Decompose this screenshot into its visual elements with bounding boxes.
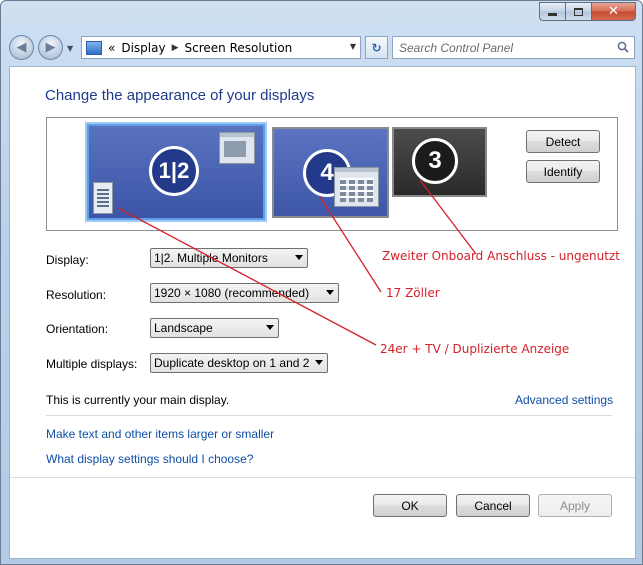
- maximize-button[interactable]: [566, 2, 592, 21]
- address-bar[interactable]: « Display ▶ Screen Resolution ▼: [81, 36, 361, 59]
- caption-buttons: ✕: [539, 2, 636, 21]
- display-select-value: 1|2. Multiple Monitors: [154, 251, 268, 265]
- orientation-select[interactable]: Landscape: [150, 318, 279, 338]
- breadcrumb-display[interactable]: Display: [121, 41, 165, 55]
- chevron-down-icon: [295, 255, 303, 260]
- identify-button[interactable]: Identify: [526, 160, 600, 183]
- desktop-window-thumbnail: [219, 132, 255, 164]
- multiple-displays-label: Multiple displays:: [46, 357, 138, 371]
- advanced-settings-link[interactable]: Advanced settings: [515, 393, 613, 407]
- apply-button[interactable]: Apply: [538, 494, 612, 517]
- cancel-button[interactable]: Cancel: [456, 494, 530, 517]
- chevron-down-icon: [266, 325, 274, 330]
- monitor-3[interactable]: 3: [392, 127, 487, 197]
- page-title: Change the appearance of your displays: [45, 87, 315, 104]
- display-settings-help-link[interactable]: What display settings should I choose?: [46, 452, 253, 466]
- annotation-onboard-unused: Zweiter Onboard Anschluss - ungenutzt: [382, 249, 620, 263]
- address-overflow-chevron[interactable]: «: [108, 41, 115, 55]
- forward-button[interactable]: ▶: [38, 35, 63, 60]
- title-bar: ✕: [1, 1, 642, 31]
- main-display-status: This is currently your main display.: [46, 393, 230, 407]
- detect-button[interactable]: Detect: [526, 130, 600, 153]
- forward-arrow-icon: ▶: [45, 40, 56, 55]
- annotation-24-tv-duplicate: 24er + TV / Duplizierte Anzeige: [380, 342, 570, 356]
- orientation-select-value: Landscape: [154, 321, 213, 335]
- taskbar-thumbnail: [93, 182, 113, 214]
- back-arrow-icon: ◀: [16, 40, 27, 55]
- control-panel-icon: [86, 40, 102, 55]
- monitor-number-badge: 1|2: [149, 146, 199, 196]
- annotation-17-inch: 17 Zöller: [386, 286, 440, 300]
- footer-divider: [10, 477, 635, 478]
- refresh-icon: ↻: [371, 40, 382, 55]
- maximize-icon: [574, 7, 583, 16]
- orientation-label: Orientation:: [46, 322, 109, 336]
- search-input[interactable]: [393, 37, 603, 58]
- monitor-1-2[interactable]: 1|2: [87, 124, 265, 220]
- ok-button[interactable]: OK: [373, 494, 447, 517]
- content-pane: Change the appearance of your displays 1…: [9, 66, 636, 559]
- window-frame: ✕ ◀ ▶ ▼ « Display ▶ Screen Resolution ▼ …: [0, 0, 643, 565]
- resolution-select[interactable]: 1920 × 1080 (recommended): [150, 283, 339, 303]
- chevron-down-icon: [326, 290, 334, 295]
- display-label: Display:: [46, 253, 89, 267]
- navigation-bar: ◀ ▶ ▼ « Display ▶ Screen Resolution ▼ ↻: [7, 32, 636, 62]
- close-button[interactable]: ✕: [592, 2, 636, 21]
- multiple-displays-select[interactable]: Duplicate desktop on 1 and 2: [150, 353, 328, 373]
- breadcrumb-screen-resolution[interactable]: Screen Resolution: [185, 41, 293, 55]
- multiple-displays-select-value: Duplicate desktop on 1 and 2: [154, 356, 310, 370]
- address-dropdown-icon[interactable]: ▼: [350, 42, 356, 51]
- resolution-select-value: 1920 × 1080 (recommended): [154, 286, 310, 300]
- text-size-link[interactable]: Make text and other items larger or smal…: [46, 427, 274, 441]
- monitor-arrangement-preview: 1|2 4 3 Detect Identify: [46, 117, 618, 231]
- minimize-button[interactable]: [539, 2, 566, 21]
- display-select[interactable]: 1|2. Multiple Monitors: [150, 248, 308, 268]
- monitor-4[interactable]: 4: [272, 127, 389, 218]
- close-icon: ✕: [608, 4, 619, 19]
- refresh-button[interactable]: ↻: [365, 36, 388, 59]
- divider: [46, 415, 612, 416]
- breadcrumb-separator-icon[interactable]: ▶: [172, 43, 179, 53]
- resolution-label: Resolution:: [46, 288, 107, 302]
- search-box: [392, 36, 635, 59]
- back-button[interactable]: ◀: [9, 35, 34, 60]
- calculator-window-thumbnail: [334, 167, 379, 207]
- monitor-number-badge: 3: [412, 138, 458, 184]
- search-icon[interactable]: [617, 41, 629, 53]
- chevron-down-icon: [315, 360, 323, 365]
- recent-pages-dropdown[interactable]: ▼: [67, 44, 73, 53]
- minimize-icon: [548, 13, 557, 16]
